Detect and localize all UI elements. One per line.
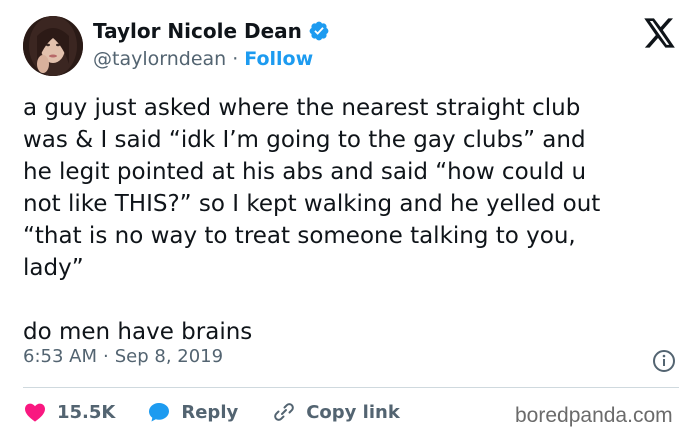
tweet-date: Sep 8, 2019 (114, 346, 224, 367)
reply-label: Reply (181, 401, 239, 423)
source-watermark: boredpanda.com (515, 404, 673, 427)
avatar-image (23, 16, 83, 76)
heart-icon (25, 403, 45, 422)
link-icon (274, 403, 295, 421)
copy-link-label: Copy link (306, 401, 400, 423)
verified-badge-icon (309, 21, 329, 41)
author-name-row: Taylor Nicole Dean (93, 19, 330, 43)
info-icon[interactable] (652, 349, 676, 373)
like-button[interactable]: 15.5K (23, 400, 115, 424)
action-bar: 15.5K Reply Copy link (23, 400, 400, 424)
reply-button[interactable]: Reply (147, 400, 238, 424)
x-logo-icon[interactable] (644, 18, 676, 48)
author-handle-row: @taylorndean · Follow (93, 48, 313, 70)
speech-bubble-icon (149, 403, 170, 422)
copy-link-button[interactable]: Copy link (272, 400, 400, 424)
handle-separator: · (232, 48, 239, 70)
like-count: 15.5K (57, 401, 116, 423)
author-display-name[interactable]: Taylor Nicole Dean (93, 19, 302, 43)
tweet-time: 6:53 AM (23, 346, 97, 367)
author-handle[interactable]: @taylorndean (93, 48, 226, 70)
tweet-timestamp[interactable]: 6:53 AM · Sep 8, 2019 (23, 346, 223, 367)
tweet-card: Taylor Nicole Dean @taylorndean · Follow… (0, 0, 700, 440)
avatar[interactable] (23, 16, 83, 76)
follow-button[interactable]: Follow (244, 48, 313, 70)
tweet-text: a guy just asked where the nearest strai… (23, 95, 601, 345)
divider (23, 387, 679, 388)
timestamp-separator: · (103, 346, 109, 367)
